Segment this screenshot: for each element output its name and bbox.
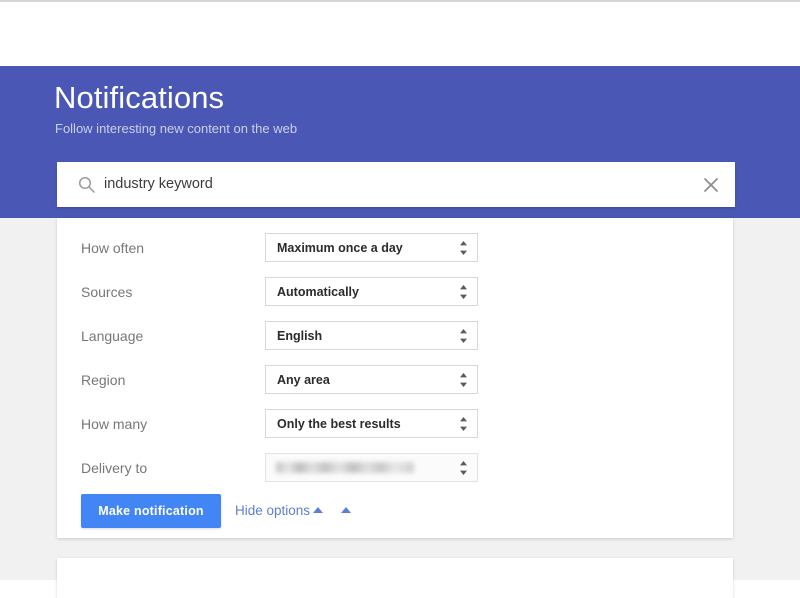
option-row: Delivery to	[57, 453, 733, 483]
option-label: Language	[81, 328, 144, 344]
option-select[interactable]: Maximum once a day	[265, 233, 478, 262]
spinner-arrows-icon[interactable]	[459, 240, 468, 256]
search-input[interactable]: industry keyword	[104, 175, 213, 194]
option-row: How many Only the best results	[57, 409, 733, 439]
option-row: Language English	[57, 321, 733, 351]
option-label: Delivery to	[81, 460, 148, 476]
page-subtitle: Follow interesting new content on the we…	[55, 121, 298, 136]
option-select[interactable]	[265, 453, 478, 482]
option-value: Any area	[277, 373, 330, 387]
card-actions: Make notification Hide options	[57, 494, 733, 530]
option-label: How often	[81, 240, 145, 256]
option-label: Region	[81, 372, 126, 388]
option-select[interactable]: Any area	[265, 365, 478, 394]
notification-options-card: How often Maximum once a day Sources Automa…	[57, 218, 733, 538]
chevron-up-icon-secondary[interactable]	[341, 507, 351, 513]
option-label: How many	[81, 416, 148, 432]
hide-options-link[interactable]: Hide options	[235, 502, 310, 520]
search-icon	[78, 176, 95, 193]
chevron-up-icon[interactable]	[313, 507, 323, 513]
option-select[interactable]: Only the best results	[265, 409, 478, 438]
page-title: Notifications	[54, 80, 225, 115]
spinner-arrows-icon[interactable]	[459, 372, 468, 388]
option-select[interactable]: English	[265, 321, 478, 350]
redacted-value	[276, 462, 414, 473]
spinner-arrows-icon[interactable]	[459, 284, 468, 300]
option-row: Region Any area	[57, 365, 733, 395]
page-header: Notifications Follow interesting new con…	[0, 66, 800, 218]
spinner-arrows-icon[interactable]	[459, 328, 468, 344]
option-value: English	[277, 329, 323, 343]
notifications-page: Notifications Follow interesting new con…	[0, 0, 800, 598]
search-box[interactable]: industry keyword	[57, 162, 735, 207]
option-select[interactable]: Automatically	[265, 277, 478, 306]
close-icon[interactable]	[699, 173, 723, 197]
option-row: Sources Automatically	[57, 277, 733, 307]
option-row: How often Maximum once a day	[57, 233, 733, 263]
spinner-arrows-icon[interactable]	[459, 460, 468, 476]
spinner-arrows-icon[interactable]	[459, 416, 468, 432]
secondary-card	[57, 558, 733, 598]
option-value: Maximum once a day	[277, 241, 403, 255]
option-value: Automatically	[277, 285, 359, 299]
option-value: Only the best results	[277, 417, 401, 431]
option-label: Sources	[81, 284, 133, 300]
top-white-area	[0, 2, 800, 66]
make-notification-button[interactable]: Make notification	[81, 494, 221, 528]
